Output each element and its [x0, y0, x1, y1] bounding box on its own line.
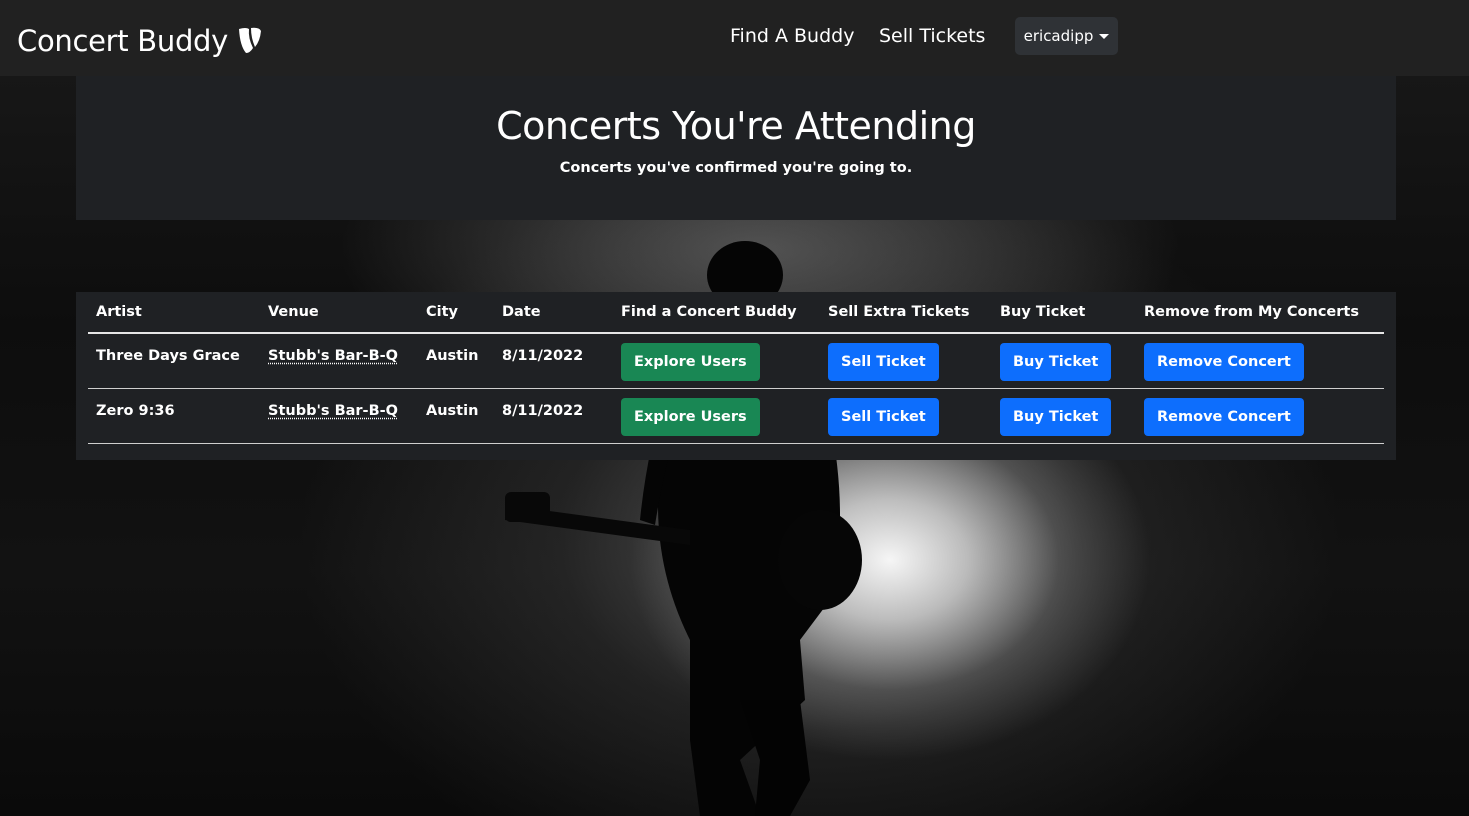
column-header: Sell Extra Tickets [820, 292, 992, 334]
city-cell: Austin [418, 388, 494, 444]
buy-ticket-button[interactable]: Buy Ticket [1000, 397, 1112, 436]
buy-cell: Buy Ticket [992, 333, 1136, 389]
venue-text: Stubb's Bar-B-Q [268, 402, 398, 419]
date-cell: 8/11/2022 [494, 333, 613, 389]
city-cell: Austin [418, 333, 494, 389]
artist-cell: Three Days Grace [88, 333, 260, 389]
buy-ticket-button[interactable]: Buy Ticket [1000, 343, 1112, 381]
table-header-row: Artist Venue City Date Find a Concert Bu… [88, 292, 1384, 334]
column-header: Find a Concert Buddy [613, 292, 820, 334]
explore-users-button[interactable]: Explore Users [621, 397, 760, 436]
brand-name: Concert Buddy [17, 24, 229, 58]
column-header: Remove from My Concerts [1136, 292, 1384, 334]
table-row: Zero 9:36 Stubb's Bar-B-Q Austin 8/11/20… [88, 388, 1384, 444]
buy-cell: Buy Ticket [992, 388, 1136, 444]
sell-cell: Sell Ticket [820, 388, 992, 444]
typo3-logo-icon [239, 27, 262, 53]
brand-link[interactable]: Concert Buddy [17, 24, 262, 58]
nav-sell-tickets[interactable]: Sell Tickets [879, 25, 985, 47]
venue-cell: Stubb's Bar-B-Q [260, 333, 418, 389]
concerts-table: Artist Venue City Date Find a Concert Bu… [88, 292, 1384, 444]
sell-ticket-button[interactable]: Sell Ticket [828, 343, 939, 381]
sell-cell: Sell Ticket [820, 333, 992, 389]
page-title: Concerts You're Attending [496, 104, 976, 148]
navbar: Concert Buddy Find A Buddy Sell Tickets … [0, 0, 1469, 76]
concerts-table-panel: Artist Venue City Date Find a Concert Bu… [76, 292, 1396, 460]
remove-concert-button[interactable]: Remove Concert [1144, 397, 1304, 436]
username-label: ericadipp [1023, 27, 1094, 45]
remove-cell: Remove Concert [1136, 333, 1384, 389]
table-row: Three Days Grace Stubb's Bar-B-Q Austin … [88, 333, 1384, 389]
date-cell: 8/11/2022 [494, 388, 613, 444]
user-menu-dropdown[interactable]: ericadipp [1015, 17, 1118, 55]
sell-ticket-button[interactable]: Sell Ticket [828, 397, 939, 436]
artist-cell: Zero 9:36 [88, 388, 260, 444]
venue-text: Stubb's Bar-B-Q [268, 348, 398, 364]
remove-cell: Remove Concert [1136, 388, 1384, 444]
caret-down-icon [1099, 33, 1110, 39]
explore-users-button[interactable]: Explore Users [621, 343, 760, 381]
column-header: Buy Ticket [992, 292, 1136, 334]
page-subtitle: Concerts you've confirmed you're going t… [559, 160, 913, 176]
nav-find-a-buddy[interactable]: Find A Buddy [730, 25, 854, 47]
column-header: Venue [260, 292, 418, 334]
explore-cell: Explore Users [613, 333, 820, 389]
venue-cell: Stubb's Bar-B-Q [260, 388, 418, 444]
remove-concert-button[interactable]: Remove Concert [1144, 343, 1304, 381]
page-header: Concerts You're Attending Concerts you'v… [76, 76, 1396, 220]
column-header: Date [494, 292, 613, 334]
column-header: City [418, 292, 494, 334]
column-header: Artist [88, 292, 260, 334]
explore-cell: Explore Users [613, 388, 820, 444]
